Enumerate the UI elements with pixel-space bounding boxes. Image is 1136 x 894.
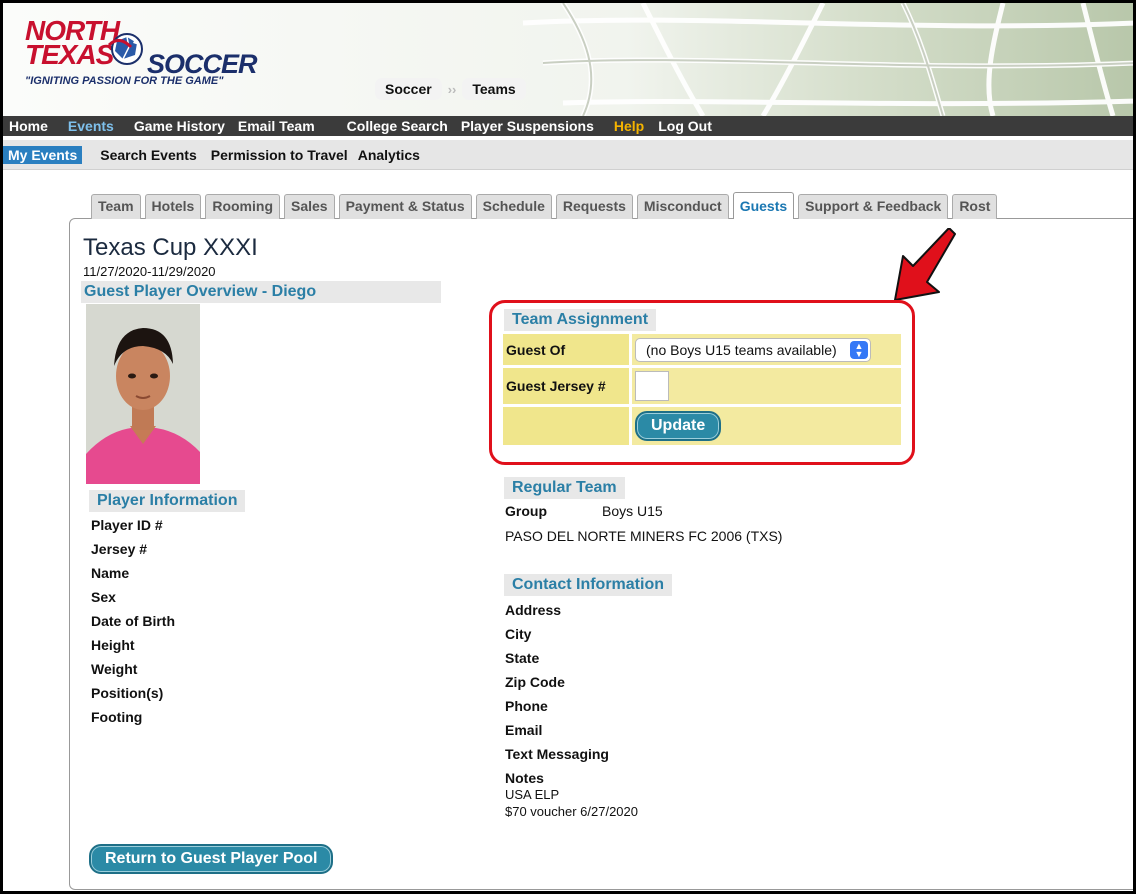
tab-support-feedback[interactable]: Support & Feedback xyxy=(798,194,949,219)
phone-label: Phone xyxy=(505,698,548,714)
guest-jersey-input[interactable] xyxy=(635,371,669,401)
notes-label: Notes xyxy=(505,770,544,786)
guest-jersey-label: Guest Jersey # xyxy=(503,368,629,404)
tab-misconduct[interactable]: Misconduct xyxy=(636,194,729,219)
event-tabs: Team Hotels Rooming Sales Payment & Stat… xyxy=(91,192,998,219)
soccer-ball-icon xyxy=(107,33,143,65)
weight-label: Weight xyxy=(91,661,138,677)
nav-email-team[interactable]: Email Team xyxy=(238,118,315,134)
team-assignment-table: Guest Of (no Boys U15 teams available) ▲… xyxy=(503,334,901,448)
state-label: State xyxy=(505,650,540,666)
address-label: Address xyxy=(505,602,562,618)
red-arrow-icon xyxy=(894,228,956,301)
guest-of-select[interactable]: (no Boys U15 teams available) ▲ ▼ xyxy=(635,337,871,362)
tab-requests[interactable]: Requests xyxy=(555,194,633,219)
breadcrumb-teams[interactable]: Teams xyxy=(462,78,526,100)
subnav-my-events[interactable]: My Events xyxy=(3,146,83,164)
notes-line-1: USA ELP xyxy=(505,787,560,802)
subnav-analytics[interactable]: Analytics xyxy=(358,147,420,163)
height-label: Height xyxy=(91,637,135,653)
guest-of-label: Guest Of xyxy=(503,334,629,365)
tab-payment-status[interactable]: Payment & Status xyxy=(338,194,472,219)
team-assignment-heading: Team Assignment xyxy=(504,309,657,331)
tab-schedule[interactable]: Schedule xyxy=(475,194,552,219)
nav-college-search[interactable]: College Search xyxy=(347,118,448,134)
nav-events[interactable]: Events xyxy=(68,118,114,134)
tab-guests[interactable]: Guests xyxy=(732,192,795,219)
sex-label: Sex xyxy=(91,589,116,605)
player-photo xyxy=(86,304,200,484)
group-label: Group xyxy=(505,503,547,519)
regular-team-name: PASO DEL NORTE MINERS FC 2006 (TXS) xyxy=(505,528,783,544)
update-cell: Update xyxy=(632,407,901,445)
zip-code-label: Zip Code xyxy=(505,674,565,690)
tab-sales[interactable]: Sales xyxy=(284,194,335,219)
tab-hotels[interactable]: Hotels xyxy=(144,194,202,219)
sub-nav: My Events Search Events Permission to Tr… xyxy=(3,145,1133,165)
player-photo-image xyxy=(86,304,200,484)
dob-label: Date of Birth xyxy=(91,613,175,629)
breadcrumb: Soccer ›› Teams xyxy=(375,78,526,100)
tab-team[interactable]: Team xyxy=(91,194,141,219)
tab-roster[interactable]: Rost xyxy=(952,194,998,219)
nav-home[interactable]: Home xyxy=(9,118,48,134)
return-to-guest-player-pool-button[interactable]: Return to Guest Player Pool xyxy=(89,844,334,874)
regular-team-heading: Regular Team xyxy=(504,477,625,499)
empty-label-cell xyxy=(503,407,629,445)
guest-player-overview-heading: Guest Player Overview - Diego xyxy=(81,281,441,303)
breadcrumb-soccer[interactable]: Soccer xyxy=(375,78,442,100)
name-label: Name xyxy=(91,565,130,581)
event-title: Texas Cup XXXI xyxy=(83,234,258,261)
north-texas-soccer-logo[interactable]: NORTH TEXAS SOCCER "IGNITING PASSION FOR… xyxy=(17,11,337,91)
group-value: Boys U15 xyxy=(602,503,663,519)
footing-label: Footing xyxy=(91,709,143,725)
logo-line-texas: TEXAS xyxy=(25,39,114,70)
text-messaging-label: Text Messaging xyxy=(505,746,609,762)
site-header: NORTH TEXAS SOCCER "IGNITING PASSION FOR… xyxy=(3,3,1133,116)
page-frame: NORTH TEXAS SOCCER "IGNITING PASSION FOR… xyxy=(0,0,1136,894)
guest-of-selected-value: (no Boys U15 teams available) xyxy=(646,341,837,358)
player-information-heading: Player Information xyxy=(89,490,246,512)
update-button[interactable]: Update xyxy=(635,411,722,441)
select-arrows-icon: ▲ ▼ xyxy=(850,340,868,359)
notes-line-2: $70 voucher 6/27/2020 xyxy=(505,804,638,819)
email-label: Email xyxy=(505,722,543,738)
nav-help[interactable]: Help xyxy=(614,118,644,134)
player-id-label: Player ID # xyxy=(91,517,163,533)
nav-log-out[interactable]: Log Out xyxy=(658,118,712,134)
guest-of-cell: (no Boys U15 teams available) ▲ ▼ xyxy=(632,334,901,365)
positions-label: Position(s) xyxy=(91,685,164,701)
logo-tagline: "IGNITING PASSION FOR THE GAME" xyxy=(25,75,224,87)
nav-game-history[interactable]: Game History xyxy=(134,118,225,134)
city-label: City xyxy=(505,626,532,642)
subnav-search-events[interactable]: Search Events xyxy=(100,147,197,163)
main-nav: Home Events Game History Email Team Coll… xyxy=(3,116,1133,136)
jersey-label: Jersey # xyxy=(91,541,148,557)
contact-information-heading: Contact Information xyxy=(504,574,672,596)
chevron-right-icon: ›› xyxy=(447,81,457,97)
guest-jersey-cell xyxy=(632,368,901,404)
nav-player-suspensions[interactable]: Player Suspensions xyxy=(461,118,594,134)
subnav-permission-to-travel[interactable]: Permission to Travel xyxy=(211,147,348,163)
event-dates: 11/27/2020-11/29/2020 xyxy=(83,264,216,279)
tab-rooming[interactable]: Rooming xyxy=(205,194,280,219)
